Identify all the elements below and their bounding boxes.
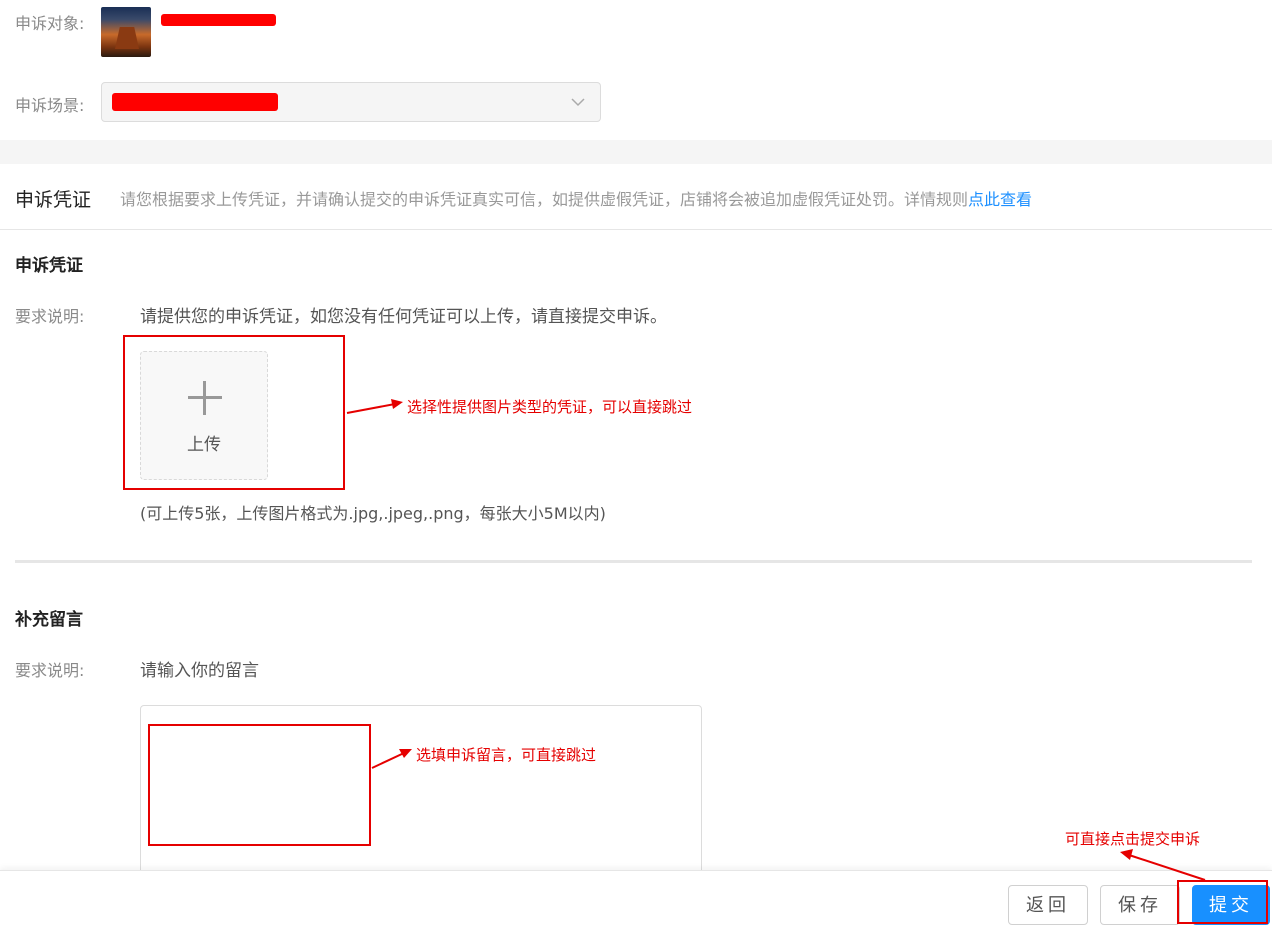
message-title: 补充留言: [15, 610, 83, 630]
message-req-text: 请输入你的留言: [140, 661, 259, 681]
redacted-store-name: [161, 14, 276, 26]
evidence-req-text: 请提供您的申诉凭证，如您没有任何凭证可以上传，请直接提交申诉。: [140, 307, 667, 327]
upload-annotation-arrow: [346, 399, 403, 414]
header-divider: [0, 229, 1272, 230]
store-avatar: [101, 7, 151, 57]
redacted-scene-value: [112, 93, 278, 111]
section-separator-band: [0, 140, 1272, 164]
submit-annotation-arrow: [1120, 849, 1206, 881]
message-annotation-arrow: [371, 749, 412, 769]
evidence-notice-text: 请您根据要求上传凭证，并请确认提交的申诉凭证真实可信，如提供虚假凭证，店铺将会被…: [120, 190, 969, 209]
appeal-target-label: 申诉对象:: [15, 14, 85, 33]
upload-highlight-box: [123, 335, 345, 490]
message-annotation: 选填申诉留言，可直接跳过: [416, 746, 597, 764]
evidence-req-label: 要求说明:: [15, 307, 85, 326]
chevron-down-icon: [571, 98, 585, 107]
save-button[interactable]: 保存: [1100, 885, 1180, 925]
upload-annotation: 选择性提供图片类型的凭证，可以直接跳过: [407, 398, 693, 416]
upload-hint: (可上传5张，上传图片格式为.jpg,.jpeg,.png，每张大小5M以内): [140, 504, 606, 523]
back-button[interactable]: 返回: [1008, 885, 1088, 925]
submit-highlight-box: [1177, 880, 1268, 924]
appeal-scene-label: 申诉场景:: [15, 96, 85, 115]
section-divider: [15, 560, 1252, 563]
footer-bar: 返回 保存 提交: [0, 870, 1272, 926]
message-req-label: 要求说明:: [15, 661, 85, 680]
message-highlight-box: [148, 724, 371, 846]
view-rules-link[interactable]: 点此查看: [968, 190, 1032, 209]
evidence-section-title: 申诉凭证: [15, 189, 92, 211]
appeal-scene-select[interactable]: [101, 82, 601, 122]
evidence-notice: 请您根据要求上传凭证，并请确认提交的申诉凭证真实可信，如提供虚假凭证，店铺将会被…: [120, 186, 1032, 210]
evidence-title: 申诉凭证: [15, 256, 83, 276]
